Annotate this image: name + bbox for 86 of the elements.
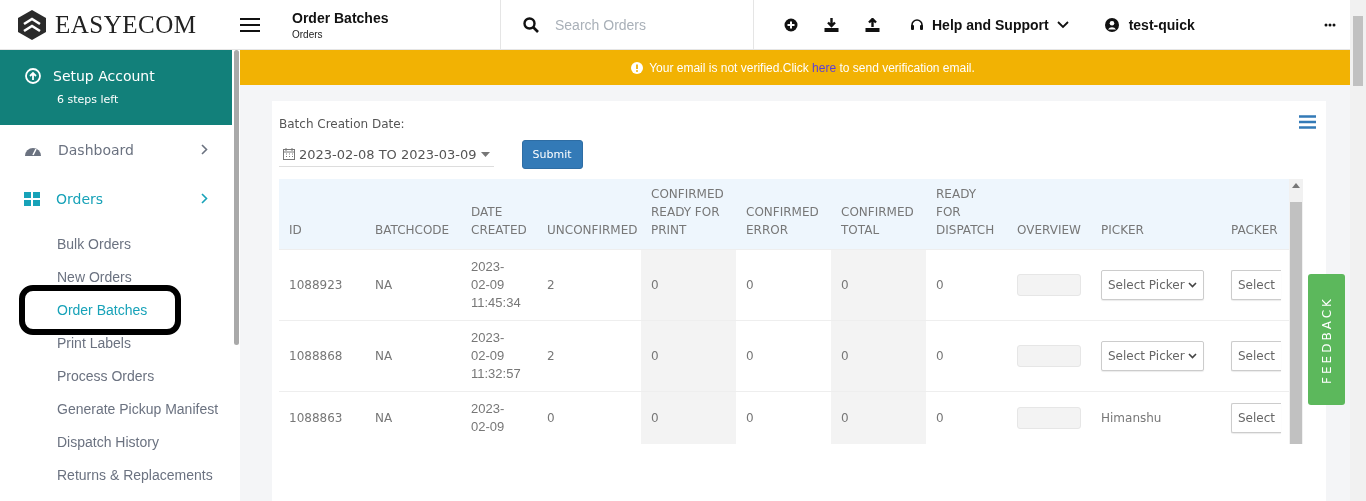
submit-button[interactable]: Submit (521, 140, 583, 169)
add-icon[interactable] (784, 17, 798, 32)
menu-icon[interactable] (240, 16, 260, 33)
sidebar-subitem[interactable]: Print Labels (57, 326, 131, 359)
date-range-picker[interactable]: 2023-02-08 TO 2023-03-09 (279, 142, 494, 167)
headset-icon (910, 17, 924, 32)
column-header: CONFIRMED ERROR (736, 179, 831, 250)
sidebar-subitem[interactable]: Process Orders (57, 359, 155, 392)
user-icon (1104, 17, 1119, 32)
table-cell: 0 (641, 391, 736, 444)
overview-bar (1017, 345, 1081, 367)
sidebar-subitem[interactable]: Order Batches (57, 293, 148, 326)
user-menu[interactable]: test-quick (1104, 16, 1195, 33)
column-header: PICKER (1091, 179, 1221, 250)
sidebar-item[interactable]: Dashboard (0, 125, 232, 174)
sidebar-subitem[interactable]: Returns & Replacements (57, 458, 213, 491)
column-header: BATCHCODE (365, 179, 461, 250)
grid-icon (24, 191, 40, 206)
table-cell: 0 (831, 249, 926, 321)
table-cell: NA (365, 320, 461, 392)
table-cell: 0 (831, 391, 926, 444)
upload-circle-icon (25, 68, 41, 84)
alert-icon (631, 61, 644, 74)
column-header: OVERVIEW (1007, 179, 1091, 250)
table-cell: 0 (831, 320, 926, 392)
search-icon (523, 16, 539, 33)
table-cell: 0 (926, 391, 1007, 444)
sidebar-subitem[interactable]: Dispatch History (57, 425, 159, 458)
search-input[interactable]: Search Orders (553, 15, 737, 34)
column-header: READY FOR DISPATCH (926, 179, 1007, 250)
sidebar-item[interactable]: Orders (0, 174, 232, 223)
chevron-down-icon (1187, 353, 1197, 359)
logo-icon (17, 8, 47, 41)
email-warning-text: Your email is not verified.Click here to send verification email. (649, 60, 975, 75)
picker-select[interactable]: Select Picker (1101, 341, 1204, 371)
overview-bar (1017, 407, 1081, 429)
table-cell: 2023-02-09 11:32:57 (461, 320, 537, 392)
chevron-down-icon (1187, 282, 1197, 288)
scrollbar[interactable] (1350, 0, 1366, 501)
scroll-up-icon[interactable] (1292, 183, 1300, 188)
column-header: CONFIRMED TOTAL (831, 179, 926, 250)
table-cell: 2023-02-09 11:45:34 (461, 249, 537, 321)
more-icon[interactable] (1324, 22, 1336, 27)
table-cell: 1088923 (279, 249, 365, 321)
chevron-right-icon (201, 193, 208, 204)
sidebar-subitem[interactable]: Bulk Orders (57, 227, 131, 260)
sidebar-subitem[interactable]: Generate Pickup Manifest (57, 392, 219, 425)
page-title: Order Batches (292, 9, 390, 26)
download-icon[interactable] (824, 17, 839, 32)
date-filter-label: Batch Creation Date: (279, 117, 405, 131)
column-header: UNCONFIRMED (537, 179, 641, 250)
scrollbar[interactable] (1289, 179, 1303, 444)
column-header: ID (279, 179, 365, 250)
upload-icon[interactable] (865, 17, 880, 32)
table-cell: 0 (641, 320, 736, 392)
setup-account-panel[interactable]: Setup Account 6 steps left (0, 50, 232, 125)
column-header: PACKER (1221, 179, 1289, 250)
table-cell: 0 (926, 249, 1007, 321)
table-cell: 1088868 (279, 320, 365, 392)
scrollbar-thumb[interactable] (233, 50, 239, 345)
brand-name: EASYECOM (55, 10, 197, 39)
chevron-down-icon (1056, 20, 1069, 29)
column-header: CONFIRMED READY FOR PRINT (641, 179, 736, 250)
help-support-menu[interactable]: Help and Support (910, 16, 1069, 33)
sidebar-subitem[interactable]: New Orders (57, 260, 132, 293)
table-cell: Himanshu (1101, 411, 1162, 425)
caret-icon (480, 151, 490, 157)
picker-select[interactable]: Select (1231, 341, 1282, 371)
table-cell: NA (365, 391, 461, 444)
column-header: DATE CREATED (461, 179, 537, 250)
verification-link[interactable]: here (812, 60, 837, 75)
table-cell: NA (365, 249, 461, 321)
calendar-icon (283, 148, 295, 160)
table-cell: 0 (641, 249, 736, 321)
table-cell: 2023-02-09 (461, 391, 537, 444)
table-cell: 0 (926, 320, 1007, 392)
page-breadcrumb: Orders (292, 28, 324, 40)
picker-select[interactable]: Select (1231, 403, 1282, 433)
picker-select[interactable]: Select Picker (1101, 270, 1204, 300)
chevron-right-icon (201, 144, 208, 155)
setup-title: Setup Account (53, 68, 155, 84)
overview-bar (1017, 274, 1081, 296)
search-field[interactable]: Search Orders (500, 0, 754, 50)
setup-steps: 6 steps left (57, 93, 119, 106)
table-cell: 1088863 (279, 391, 365, 444)
picker-select[interactable]: Select (1231, 270, 1282, 300)
